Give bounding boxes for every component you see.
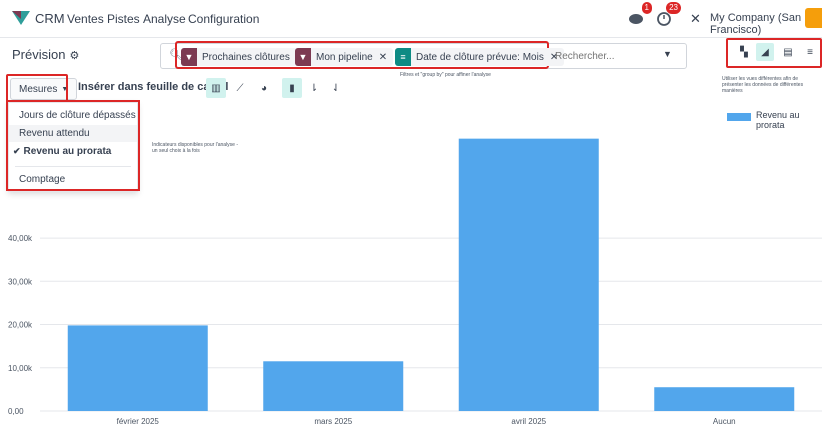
- y-tick-label: 40,00k: [8, 234, 33, 243]
- x-tick-label: avril 2025: [511, 417, 546, 425]
- annotation-indicators: Indicateurs disponibles pour l'analyse -…: [152, 142, 239, 154]
- activities-badge: 23: [666, 2, 681, 14]
- bar-1[interactable]: [263, 361, 404, 411]
- gear-icon[interactable]: ⚙: [69, 50, 79, 62]
- menu-pistes[interactable]: Pistes: [107, 12, 140, 26]
- pie-chart-icon[interactable]: ◕: [254, 78, 274, 98]
- legend-label[interactable]: Revenu au prorata: [756, 110, 822, 130]
- group-by-icon: ≡: [395, 48, 411, 66]
- bar-2[interactable]: [458, 138, 599, 411]
- x-tick-label: mars 2025: [314, 417, 352, 425]
- remove-facet-icon[interactable]: ✕: [379, 52, 387, 63]
- chat-button[interactable]: 1: [628, 2, 652, 30]
- stacked-icon[interactable]: ▮: [282, 78, 302, 98]
- crm-logo-icon[interactable]: [12, 11, 30, 25]
- bar-chart-icon[interactable]: ▥: [206, 78, 226, 98]
- search-options-toggle-icon[interactable]: ▼: [663, 49, 672, 59]
- graph-view-icon[interactable]: ◢: [756, 43, 774, 61]
- sort-ascending-icon[interactable]: ⇃: [326, 78, 346, 98]
- annotation-views: Utiliser les vues différentes afin de pr…: [722, 76, 804, 94]
- y-tick-label: 10,00k: [8, 364, 33, 373]
- sort-descending-icon[interactable]: ⇂: [304, 78, 324, 98]
- activities-button[interactable]: 23: [657, 2, 681, 30]
- kanban-view-icon[interactable]: ≡: [801, 43, 819, 61]
- bar-3[interactable]: [654, 387, 795, 411]
- menu-ventes[interactable]: Ventes: [67, 12, 104, 26]
- clock-icon: [657, 12, 671, 26]
- mesures-highlight-box: [6, 74, 68, 102]
- bar-0[interactable]: [67, 325, 208, 411]
- chat-icon: [629, 14, 643, 24]
- menu-analyse[interactable]: Analyse: [143, 12, 186, 26]
- filter-icon: ▼: [181, 48, 197, 66]
- search-input[interactable]: [553, 47, 657, 65]
- y-tick-label: 0,00: [8, 407, 24, 416]
- settings-button[interactable]: ✕: [690, 8, 701, 30]
- y-tick-label: 20,00k: [8, 321, 33, 330]
- chat-badge: 1: [641, 2, 652, 14]
- menu-configuration[interactable]: Configuration: [188, 12, 259, 26]
- y-tick-label: 30,00k: [8, 277, 33, 286]
- filter-icon: ▼: [295, 48, 311, 66]
- facet-date-cloture[interactable]: ≡ Date de clôture prévue: Mois ✕: [395, 48, 565, 66]
- line-chart-icon[interactable]: ⟋: [230, 78, 250, 98]
- facet-prochaines-clotures[interactable]: ▼ Prochaines clôtures ✕: [181, 48, 311, 66]
- facet-mon-pipeline[interactable]: ▼ Mon pipeline ✕: [295, 48, 394, 66]
- search-bar[interactable]: 🔍︎ ▼ Prochaines clôtures ✕ ▼ Mon pipelin…: [160, 41, 687, 69]
- x-tick-label: Aucun: [713, 417, 736, 425]
- top-navbar: CRM Ventes Pistes Analyse Configuration …: [0, 0, 822, 38]
- dropdown-highlight-box: [6, 100, 140, 191]
- user-avatar[interactable]: [805, 8, 822, 28]
- x-tick-label: février 2025: [117, 417, 160, 425]
- legend-swatch[interactable]: [727, 113, 751, 121]
- annotation-filters: Filtres et "group by" pour affiner l'ana…: [400, 72, 491, 78]
- pivot-view-icon[interactable]: ▚: [735, 43, 753, 61]
- control-panel: Prévision⚙ 🔍︎ ▼ Prochaines clôtures ✕ ▼ …: [0, 38, 822, 72]
- page-title: Prévision ⚙: [12, 47, 80, 62]
- app-name[interactable]: CRM: [35, 11, 65, 26]
- list-view-icon[interactable]: ▤: [779, 43, 797, 61]
- tools-icon: ✕: [690, 11, 701, 26]
